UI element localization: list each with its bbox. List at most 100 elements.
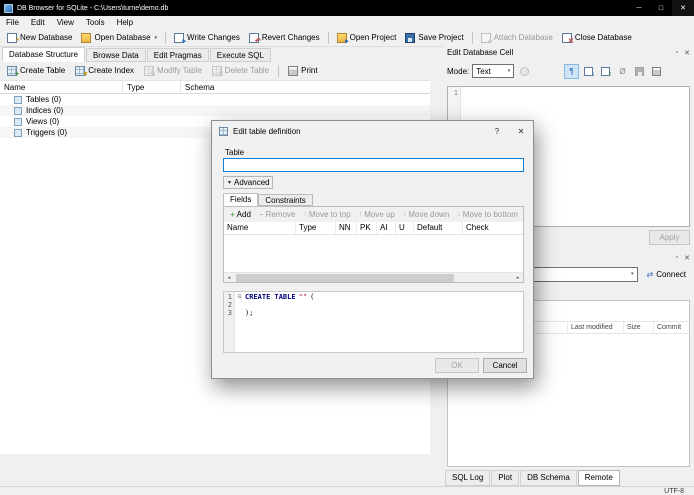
close-database-button[interactable]: ✕ Close Database	[558, 31, 636, 45]
create-table-button[interactable]: + Create Table	[3, 64, 69, 78]
move-down-button[interactable]: ↓ Move down	[400, 209, 452, 220]
open-project-button[interactable]: ▸ Open Project	[333, 31, 401, 45]
tab-database-structure[interactable]: Database Structure	[2, 47, 85, 62]
print-cell-button[interactable]	[649, 64, 664, 79]
modify-table-button[interactable]: ✎ Modify Table	[140, 64, 206, 78]
write-changes-button[interactable]: ▸ Write Changes	[170, 31, 244, 45]
menu-help[interactable]: Help	[111, 16, 139, 30]
move-up-button[interactable]: ↑ Move up	[356, 209, 398, 220]
apply-button[interactable]: Apply	[649, 230, 690, 245]
column-header-name[interactable]: Name	[0, 81, 123, 93]
new-database-button[interactable]: * New Database	[3, 31, 76, 45]
menu-edit[interactable]: Edit	[25, 16, 51, 30]
fields-column-pk[interactable]: PK	[357, 222, 377, 234]
fields-list[interactable]	[224, 235, 523, 272]
horizontal-scrollbar[interactable]: ◂ ▸	[224, 272, 523, 282]
remove-field-button[interactable]: − Remove	[256, 209, 298, 220]
scrollbar-track[interactable]	[234, 273, 513, 283]
move-to-bottom-button[interactable]: ↓ Move to bottom	[454, 209, 521, 220]
dock-float-icon[interactable]: ▫	[676, 49, 678, 57]
advanced-toggle[interactable]: ▾ Advanced	[223, 176, 273, 189]
fields-column-check[interactable]: Check	[463, 222, 523, 234]
export-button[interactable]: ↑	[598, 64, 613, 79]
add-field-button[interactable]: + Add	[227, 209, 254, 220]
create-table-icon: +	[7, 66, 19, 78]
tab-constraints[interactable]: Constraints	[258, 194, 313, 206]
column-header-schema[interactable]: Schema	[181, 81, 430, 93]
fields-column-default[interactable]: Default	[414, 222, 463, 234]
indices-icon	[14, 106, 22, 115]
sql-string: ""	[298, 293, 308, 301]
open-database-button[interactable]: Open Database ▾	[77, 31, 161, 45]
save-cell-button[interactable]	[632, 64, 647, 79]
tree-item-tables[interactable]: Tables (0)	[0, 94, 430, 105]
chevron-down-icon: ▾	[507, 68, 511, 74]
tree-item-label: Triggers (0)	[26, 128, 68, 137]
scroll-right-icon[interactable]: ▸	[513, 273, 523, 283]
tab-remote[interactable]: Remote	[577, 470, 620, 486]
move-to-top-button[interactable]: ↑ Move to top	[300, 209, 353, 220]
set-null-button[interactable]: Ø	[615, 64, 630, 79]
dialog-close-button[interactable]: ✕	[509, 121, 533, 142]
tab-sql-log[interactable]: SQL Log	[445, 470, 491, 486]
edit-table-dialog: Edit table definition ? ✕ Table ▾ Advanc…	[211, 120, 534, 379]
tab-execute-sql[interactable]: Execute SQL	[209, 48, 271, 62]
menu-tools[interactable]: Tools	[80, 16, 111, 30]
line-number: 2	[227, 301, 232, 309]
fields-column-nn[interactable]: NN	[336, 222, 357, 234]
dialog-tab-bar: Fields Constraints	[223, 193, 313, 206]
tree-item-indices[interactable]: Indices (0)	[0, 105, 430, 116]
structure-toolbar: + Create Table ▾ Create Index ✎ Modify T…	[0, 62, 443, 80]
scroll-left-icon[interactable]: ◂	[224, 273, 234, 283]
dock-close-icon[interactable]: ✕	[684, 254, 690, 262]
minimize-button[interactable]: ─	[628, 0, 650, 16]
fields-column-type[interactable]: Type	[296, 222, 336, 234]
attach-database-button[interactable]: ∞ Attach Database	[477, 31, 557, 45]
auto-detect-button[interactable]	[517, 64, 532, 79]
main-toolbar: * New Database Open Database ▾ ▸ Write C…	[0, 30, 694, 47]
add-icon: +	[230, 210, 235, 219]
maximize-button[interactable]: □	[650, 0, 672, 16]
import-button[interactable]: ↓	[581, 64, 596, 79]
scrollbar-thumb[interactable]	[236, 273, 454, 282]
fields-column-ai[interactable]: AI	[377, 222, 396, 234]
fields-column-u[interactable]: U	[396, 222, 414, 234]
tab-fields[interactable]: Fields	[223, 193, 259, 206]
remote-column-commit[interactable]: Commit	[654, 322, 689, 333]
tab-plot[interactable]: Plot	[491, 470, 520, 486]
tab-browse-data[interactable]: Browse Data	[85, 48, 146, 62]
dialog-help-button[interactable]: ?	[485, 121, 509, 142]
open-database-dropdown-icon[interactable]: ▾	[155, 35, 158, 41]
close-button[interactable]: ✕	[672, 0, 694, 16]
remote-column-size[interactable]: Size	[624, 322, 654, 333]
print-button[interactable]: Print	[284, 64, 321, 78]
word-wrap-button[interactable]: ¶	[564, 63, 579, 79]
fields-toolbar: + Add − Remove ↑ Move to top ↑ Move up ↓	[224, 207, 523, 222]
tab-edit-pragmas[interactable]: Edit Pragmas	[146, 48, 209, 62]
remote-column-last-modified[interactable]: Last modified	[568, 322, 624, 333]
create-index-button[interactable]: ▾ Create Index	[71, 64, 138, 78]
menu-view[interactable]: View	[51, 16, 80, 30]
dock-float-icon[interactable]: ▫	[676, 254, 678, 262]
table-name-input[interactable]	[223, 158, 524, 172]
fold-icon[interactable]: ⊟	[235, 293, 244, 301]
menu-file[interactable]: File	[0, 16, 25, 30]
encoding-indicator[interactable]: UTF-8	[664, 488, 684, 495]
ok-button[interactable]: OK	[435, 358, 479, 373]
connect-button[interactable]: ⇄ Connect	[643, 267, 691, 282]
close-database-icon: ✕	[561, 33, 574, 45]
set-null-icon: Ø	[619, 66, 626, 76]
new-database-icon: *	[7, 33, 19, 45]
dock-close-icon[interactable]: ✕	[684, 49, 690, 57]
delete-table-button[interactable]: ✕ Delete Table	[208, 64, 273, 78]
cancel-button[interactable]: Cancel	[483, 358, 527, 373]
tab-db-schema[interactable]: DB Schema	[520, 470, 577, 486]
save-project-button[interactable]: Save Project	[401, 31, 467, 45]
column-header-type[interactable]: Type	[123, 81, 181, 93]
mode-select[interactable]: Text ▾	[472, 64, 515, 78]
attach-database-icon: ∞	[480, 33, 493, 45]
bottom-dock-tab-bar: SQL Log Plot DB Schema Remote	[445, 470, 620, 486]
fields-column-name[interactable]: Name	[224, 222, 296, 234]
revert-changes-button[interactable]: ↶ Revert Changes	[245, 31, 324, 45]
sql-preview[interactable]: 1 2 3 ⊟ CREATE TABLE "" ( );	[223, 291, 524, 353]
